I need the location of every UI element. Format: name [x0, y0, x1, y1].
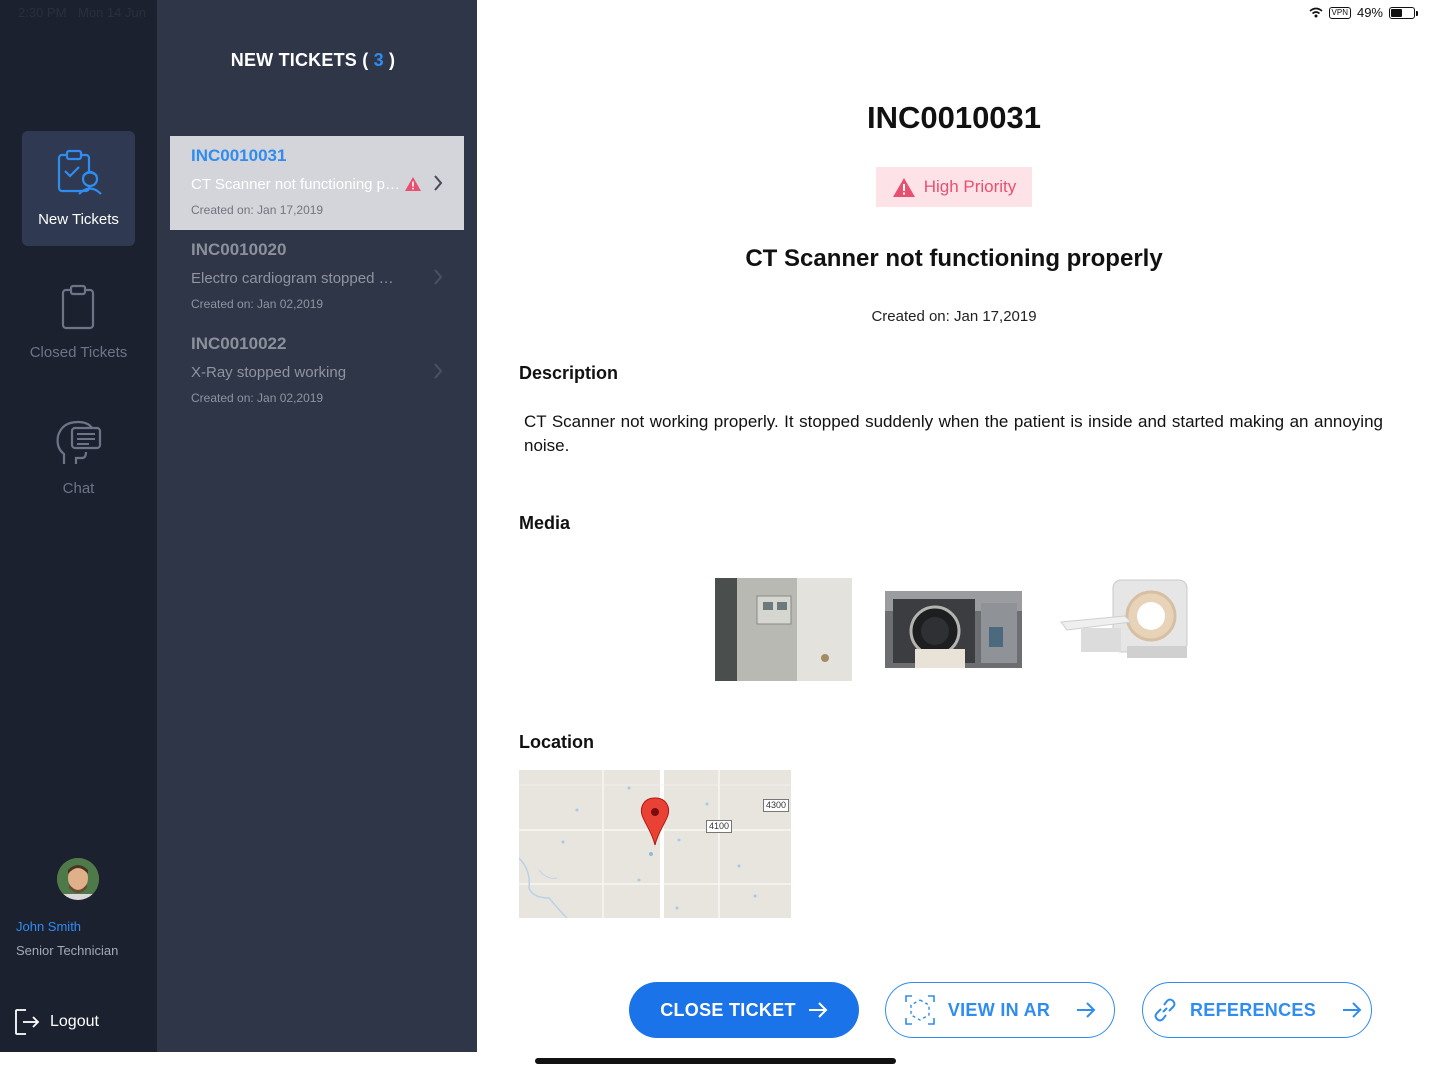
ticket-created: Created on: Jan 17,2019 [191, 203, 324, 217]
map-road-label: 4300 [763, 799, 790, 812]
close-ticket-label: CLOSE TICKET [660, 999, 796, 1020]
ticket-detail-title: CT Scanner not functioning properly [745, 245, 1163, 272]
user-role: Senior Technician [16, 943, 119, 958]
battery-percent: 49% [1356, 5, 1383, 20]
ticket-list-item[interactable]: INC0010022 X-Ray stopped working Created… [170, 324, 464, 418]
battery-icon [1389, 6, 1418, 19]
head-chat-icon [56, 420, 101, 464]
warning-icon [405, 177, 421, 191]
clipboard-technician-icon [57, 149, 102, 195]
view-in-ar-button[interactable]: VIEW IN AR [885, 982, 1115, 1038]
nav-item-label: New Tickets [38, 211, 119, 228]
ticket-count: 3 [373, 50, 384, 70]
status-indicators: VPN 49% [1309, 5, 1418, 20]
description-text: CT Scanner not working properly. It stop… [524, 412, 1383, 455]
chevron-right-icon [434, 175, 443, 191]
priority-label: High Priority [923, 177, 1017, 196]
description-heading: Description [519, 363, 619, 383]
media-thumbnail-scanner-panel[interactable] [715, 578, 852, 681]
battery-fill [1391, 8, 1402, 17]
ticket-id: INC0010020 [191, 240, 287, 259]
arrow-right-icon [1077, 1002, 1096, 1018]
ticket-list-title-text: NEW TICKETS [230, 50, 357, 70]
map-road-label: 4100 [706, 820, 733, 833]
wifi-icon [1309, 7, 1323, 18]
user-name: John Smith [16, 919, 82, 934]
nav-item-label: Closed Tickets [29, 344, 128, 361]
ticket-id: INC0010022 [191, 334, 287, 353]
ar-cube-icon [905, 995, 935, 1025]
ticket-created: Created on: Jan 02,2019 [191, 297, 324, 311]
media-thumbnail-ct-scanner[interactable] [1057, 576, 1191, 671]
ticket-detail: VPN 49% INC0010031 High Priority CT Scan… [477, 0, 1431, 1073]
chevron-right-icon [434, 363, 443, 379]
ticket-list-title: NEW TICKETS ( 3 ) [157, 50, 469, 71]
location-heading: Location [519, 732, 594, 752]
references-button[interactable]: REFERENCES [1142, 982, 1372, 1038]
logout-label: Logout [50, 1013, 99, 1030]
ticket-id: INC0010031 [191, 146, 287, 165]
ticket-title: CT Scanner not functioning properly [191, 176, 401, 193]
ticket-title: X-Ray stopped working [191, 364, 347, 381]
media-thumbnail-scanner-open[interactable] [885, 591, 1022, 668]
close-ticket-button[interactable]: CLOSE TICKET [629, 982, 859, 1038]
home-indicator[interactable] [535, 1058, 896, 1064]
status-time-text: 2:30 PM [18, 5, 67, 20]
ticket-count-close: ) [389, 50, 396, 70]
ticket-list-item[interactable]: INC0010031 CT Scanner not functioning pr… [170, 136, 464, 230]
arrow-right-icon [1343, 1002, 1362, 1018]
priority-badge: High Priority [876, 167, 1032, 207]
arrow-right-icon [808, 1002, 828, 1018]
warning-icon [892, 177, 915, 197]
nav-rail: 2:30 PM Mon 14 Jun New Tickets Closed Ti… [0, 0, 157, 1052]
ticket-detail-created: Created on: Jan 17,2019 [871, 308, 1037, 325]
nav-item-new-tickets[interactable]: New Tickets [22, 131, 135, 246]
media-heading: Media [519, 513, 571, 533]
map-canvas [519, 770, 791, 918]
status-date-text: Mon 14 Jun [78, 5, 146, 20]
avatar-photo [57, 858, 99, 900]
ticket-created: Created on: Jan 02,2019 [191, 391, 324, 405]
link-icon [1154, 998, 1176, 1022]
avatar[interactable] [57, 858, 99, 900]
location-map[interactable]: 4300 4100 [519, 770, 791, 918]
status-time: 2:30 PM Mon 14 Jun [18, 5, 146, 20]
view-in-ar-label: VIEW IN AR [947, 999, 1051, 1020]
logout-button[interactable]: Logout [14, 1008, 99, 1036]
ticket-count-open: ( [362, 50, 369, 70]
ticket-list-panel: NEW TICKETS ( 3 ) INC0010031 CT Scanner … [157, 0, 477, 1052]
logout-icon [15, 1009, 40, 1035]
ticket-list-item[interactable]: INC0010020 Electro cardiogram stopped wo… [170, 230, 464, 324]
nav-item-label: Chat [62, 480, 95, 497]
chevron-right-icon [434, 269, 443, 285]
vpn-badge: VPN [1328, 6, 1351, 19]
ticket-title: Electro cardiogram stopped working [191, 270, 401, 287]
nav-item-chat[interactable]: Chat [22, 402, 135, 517]
references-label: REFERENCES [1189, 999, 1317, 1020]
ticket-detail-id: INC0010031 [866, 100, 1042, 135]
nav-item-closed-tickets[interactable]: Closed Tickets [22, 266, 135, 381]
app-screen: 2:30 PM Mon 14 Jun New Tickets Closed Ti… [0, 0, 1431, 1073]
clipboard-icon [61, 284, 94, 330]
